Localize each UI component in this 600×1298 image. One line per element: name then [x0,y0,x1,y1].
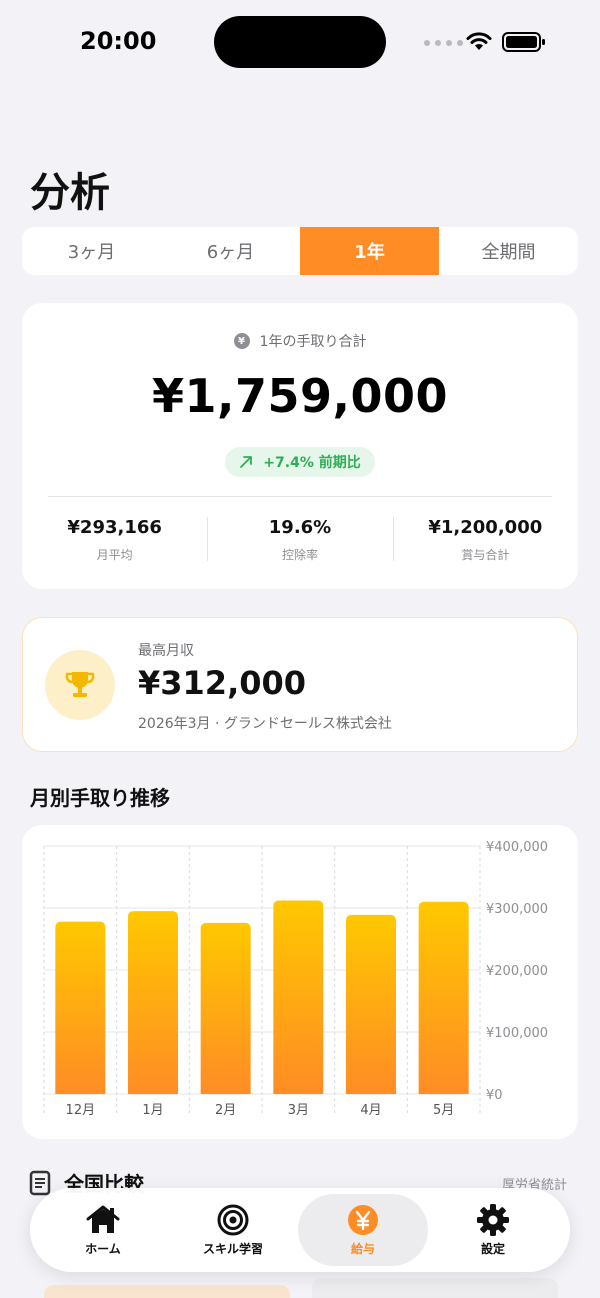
best-month-detail: 2026年3月 · グランドセールス株式会社 [138,716,392,732]
stat-bonus-total: ¥1,200,000 賞与合計 [392,517,578,563]
tab-skill-learning[interactable]: スキル学習 [168,1194,298,1266]
document-icon [29,1170,51,1196]
tab-label: スキル学習 [202,1241,263,1256]
page-title: 分析 [30,170,110,216]
stat-monthly-average: ¥293,166 月平均 [22,517,207,563]
tab-bar: ホーム スキル学習 給与 設定 [30,1188,570,1272]
summary-amount: ¥1,759,000 [151,369,448,423]
stat-value: ¥1,200,000 [428,517,543,538]
x-tick-label: 5月 [433,1103,454,1118]
x-tick-label: 1月 [142,1103,163,1118]
y-tick-label: ¥200,000 [486,964,548,979]
wifi-icon [466,32,492,50]
x-tick-label: 12月 [66,1103,96,1118]
bar-5月[interactable] [418,901,469,1094]
summary-label: 1年の手取り合計 [259,334,367,350]
change-text: +7.4% 前期比 [263,455,361,471]
y-tick-label: ¥300,000 [486,902,548,917]
compare-card-national [312,1278,558,1298]
stats-row: ¥293,166 月平均 19.6% 控除率 ¥1,200,000 賞与合計 [22,517,578,563]
trophy-icon [65,672,95,697]
summary-card: ¥ 1年の手取り合計 ¥1,759,000 +7.4% 前期比 ¥293,166… [22,303,578,589]
status-bar: 20:00 [0,0,600,84]
yen-icon: ¥ [233,333,250,349]
best-month-card[interactable]: 最高月収 ¥312,000 2026年3月 · グランドセールス株式会社 [22,617,578,752]
home-icon [86,1205,120,1233]
bar-4月[interactable] [346,914,396,1094]
period-6-months[interactable]: 6ヶ月 [161,227,300,275]
period-all[interactable]: 全期間 [439,227,578,275]
tab-label: 設定 [480,1241,505,1256]
stat-label: 月平均 [96,548,133,562]
tab-salary[interactable]: 給与 [298,1194,428,1266]
stat-value: 19.6% [268,517,332,538]
gear-icon [477,1203,509,1236]
x-tick-label: 2月 [215,1103,236,1118]
best-month-amount: ¥312,000 [138,664,307,702]
yen-icon [348,1204,378,1235]
best-month-label: 最高月収 [138,643,194,659]
bar-12月[interactable] [55,921,106,1094]
monthly-trend-chart-card: ¥0 ¥100,000 ¥200,000 ¥300,000 ¥400,000 12月 1月 2… [22,825,578,1139]
bar-3月[interactable] [273,900,324,1094]
status-time: 20:00 [80,27,157,55]
period-1-year[interactable]: 1年 [300,227,439,275]
divider [48,496,552,497]
monthly-trend-chart: ¥0 ¥100,000 ¥200,000 ¥300,000 ¥400,000 12月 1月 2… [43,840,548,1118]
tab-label: ホーム [85,1241,121,1256]
stat-value: ¥293,166 [67,517,162,538]
stat-label: 賞与合計 [461,548,510,562]
y-tick-label: ¥0 [486,1088,503,1103]
tab-home[interactable]: ホーム [38,1194,168,1266]
bar-1月[interactable] [128,911,178,1094]
compare-card-self [44,1285,290,1298]
x-tick-label: 4月 [360,1103,381,1118]
target-icon [217,1204,249,1235]
bar-2月[interactable] [200,922,251,1094]
trend-section-title: 月別手取り推移 [30,786,170,810]
change-badge: +7.4% 前期比 [225,447,375,477]
y-tick-label: ¥100,000 [486,1026,548,1041]
period-selector: 3ヶ月 6ヶ月 1年 全期間 [22,227,578,275]
period-3-months[interactable]: 3ヶ月 [22,227,161,275]
trophy-badge [45,650,115,720]
stat-deduction-rate: 19.6% 控除率 [207,517,392,563]
trend-up-icon [240,456,253,468]
battery-icon [502,32,545,52]
tab-settings[interactable]: 設定 [428,1194,558,1266]
dynamic-island [214,16,386,68]
signal-icon [424,40,463,46]
summary-label-row: ¥ 1年の手取り合計 [22,331,578,351]
stat-label: 控除率 [281,548,318,562]
tab-label: 給与 [350,1241,375,1256]
x-tick-label: 3月 [288,1103,309,1118]
y-tick-label: ¥400,000 [486,840,548,855]
